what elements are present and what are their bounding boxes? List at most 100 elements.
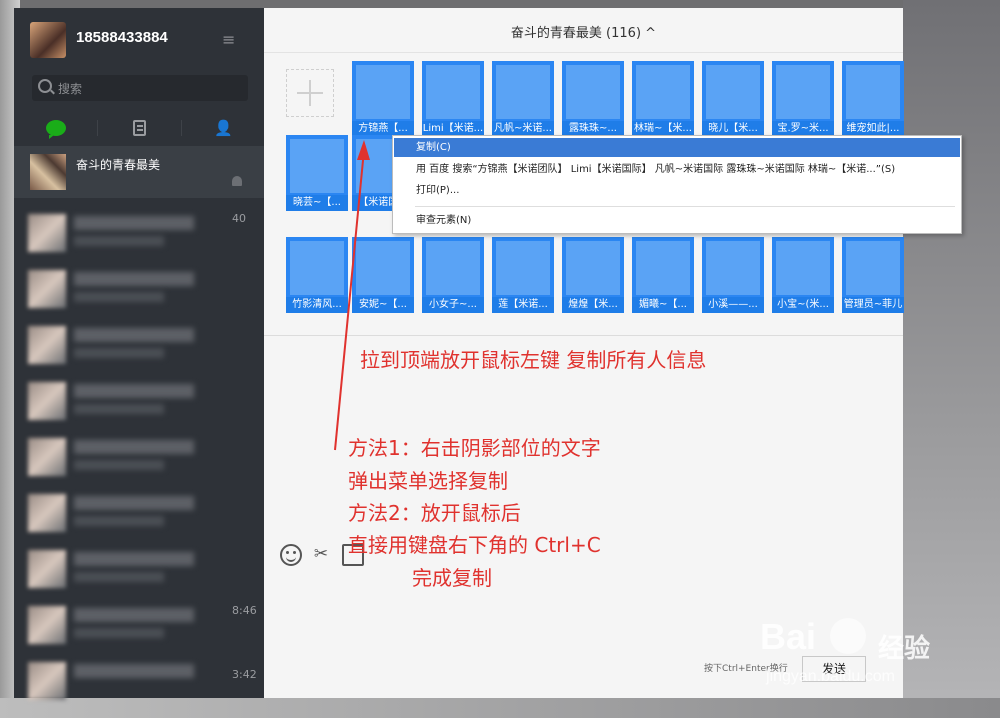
menu-item-inspect[interactable]: 审查元素(N) [394,211,960,230]
group-avatar [30,154,66,190]
sidebar: 18588433884 ≡ 搜索 👤 奋斗的青春最美 40 8:46 3:42 [14,8,265,700]
blurred-text [74,236,164,246]
list-item[interactable] [14,540,264,596]
blurred-text [74,608,194,622]
contacts-icon: 👤 [214,119,233,137]
tab-chats[interactable] [14,110,97,146]
member-tile[interactable]: 小女子~... [422,237,484,313]
search-icon [38,79,52,93]
annotation-text: 方法2：放开鼠标后 [348,501,521,525]
member-name: 管理员~菲儿 [842,297,904,313]
menu-icon[interactable]: ≡ [222,30,235,49]
emoji-icon[interactable] [280,544,302,566]
blurred-text [74,552,194,566]
scissors-icon[interactable]: ✂ [310,544,332,566]
list-item[interactable] [14,372,264,428]
member-tile[interactable]: 凡帆~米诺... [492,61,554,137]
background-bottom [0,698,1000,718]
chat-icon [45,120,66,139]
divider [415,206,955,207]
blurred-text [74,328,194,342]
member-avatar [426,241,480,295]
member-name: 煌煌【米... [562,297,624,313]
member-avatar [356,65,410,119]
chat-time: 40 [232,212,246,225]
list-item[interactable] [14,484,264,540]
avatar [28,270,66,308]
blurred-text [74,292,164,302]
member-tile[interactable]: 晓儿【米... [702,61,764,137]
member-avatar [426,65,480,119]
chevron-up-icon: ^ [645,26,657,41]
avatar [28,550,66,588]
chat-item-selected[interactable]: 奋斗的青春最美 [14,146,264,198]
avatar [28,494,66,532]
annotation-arrow [334,140,370,451]
annotation-text: 弹出菜单选择复制 [348,469,508,493]
member-avatar [846,241,900,295]
list-item[interactable] [14,260,264,316]
blurred-text [74,404,164,414]
member-name: 小溪——... [702,297,764,313]
list-item[interactable]: 40 [14,204,264,260]
member-tile[interactable]: 林瑞~【米... [632,61,694,137]
tab-favorites[interactable] [98,110,181,146]
member-tile[interactable]: 小宝~(米... [772,237,834,313]
member-avatar [846,65,900,119]
member-avatar [566,241,620,295]
avatar[interactable] [30,22,66,58]
watermark: Bai 经验 jingyan.baidu.com [760,606,950,696]
username: 18588433884 [76,29,168,46]
member-avatar [496,65,550,119]
member-avatar [636,65,690,119]
member-avatar [636,241,690,295]
member-tile[interactable]: 煌煌【米... [562,237,624,313]
list-item[interactable] [14,428,264,484]
title-bar: 奋斗的青春最美 (116) ^ [264,8,903,53]
menu-item-copy[interactable]: 复制(C) [394,138,960,157]
member-avatar [706,65,760,119]
member-tile[interactable]: 方锦燕【... [352,61,414,137]
menu-item-print[interactable]: 打印(P)... [394,181,960,200]
tab-contacts[interactable]: 👤 [182,110,265,146]
list-item[interactable] [14,316,264,372]
member-name: 莲【米诺... [492,297,554,313]
chat-time: 3:42 [232,668,257,681]
search-placeholder: 搜索 [58,82,83,96]
blurred-text [74,384,194,398]
member-avatar [566,65,620,119]
annotation-text: 直接用键盘右下角的 Ctrl+C [348,533,601,557]
page-title[interactable]: 奋斗的青春最美 (116) ^ [264,22,903,41]
paw-logo-icon [830,618,866,654]
document-icon [133,120,146,136]
blurred-text [74,272,194,286]
add-member-button[interactable] [286,69,334,117]
member-tile[interactable]: 维宠如此|... [842,61,904,137]
member-tile[interactable]: 宝.罗~米... [772,61,834,137]
avatar [28,438,66,476]
menu-item-search[interactable]: 用 百度 搜索“方锦燕【米诺团队】 Limi【米诺国际】 凡帆~米诺国际 露珠珠… [394,160,960,179]
list-item[interactable]: 3:42 [14,652,264,700]
avatar [28,606,66,644]
list-item[interactable]: 8:46 [14,596,264,652]
member-avatar [496,241,550,295]
watermark-brand-cn: 经验 [878,634,931,664]
mute-icon [232,176,242,186]
group-title: 奋斗的青春最美 (116) [510,26,642,41]
member-tile[interactable]: 媚曦~【... [632,237,694,313]
member-tile[interactable]: 小溪——... [702,237,764,313]
member-name: 小宝~(米... [772,297,834,313]
member-tile[interactable]: 莲【米诺... [492,237,554,313]
search-input[interactable]: 搜索 [32,75,248,101]
blurred-text [74,216,194,230]
member-tile[interactable]: 露珠珠~... [562,61,624,137]
member-tile[interactable]: 管理员~菲儿 [842,237,904,313]
avatar [28,382,66,420]
member-tile[interactable]: Limi【米诺... [422,61,484,137]
chat-time: 8:46 [232,604,257,617]
avatar [28,326,66,364]
member-name: 小女子~... [422,297,484,313]
blurred-text [74,628,164,638]
blurred-text [74,664,194,678]
member-avatar [706,241,760,295]
